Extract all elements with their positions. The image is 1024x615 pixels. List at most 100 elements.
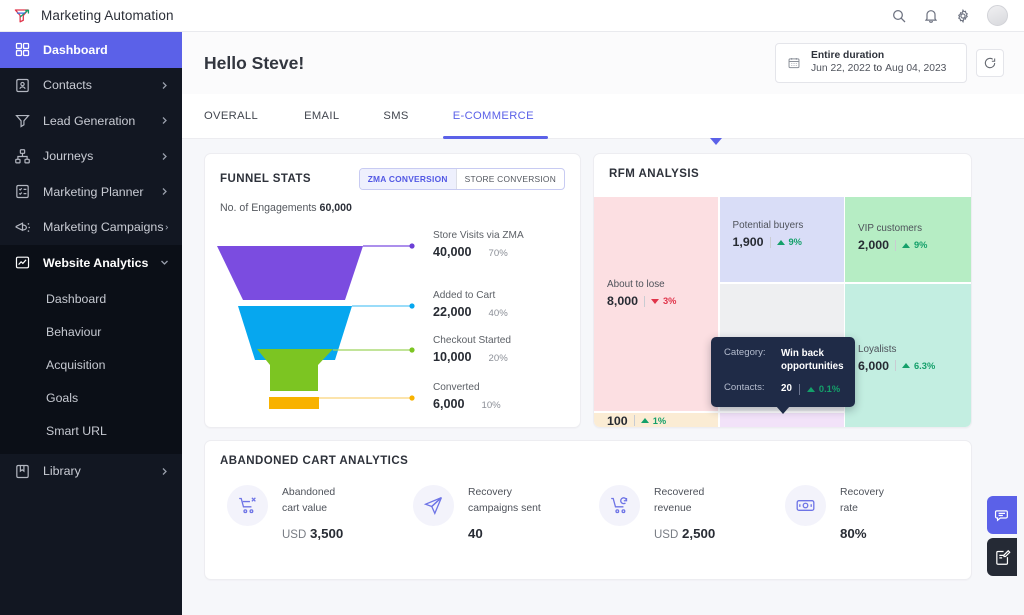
funnel-label-value: 40,000 xyxy=(433,245,472,259)
sidebar-item-dashboard[interactable]: Dashboard xyxy=(0,32,182,68)
megaphone-icon xyxy=(14,219,31,236)
metric-abandoned-cart-value: Abandoned cart value USD 3,500 xyxy=(227,485,413,541)
rfm-cell-at-risk[interactable]: At risk 100 1% xyxy=(594,413,718,429)
note-fab[interactable] xyxy=(987,538,1017,576)
rfm-cell-loyalists[interactable]: Loyalists 6,000 6.3% xyxy=(845,284,972,429)
funnel-chart: Store Visits via ZMA 40,000 70% Added to… xyxy=(205,214,580,414)
metric-value: USD 2,500 xyxy=(654,526,715,541)
tab-sms[interactable]: SMS xyxy=(361,94,430,139)
funnel-label-row: 22,000 40% xyxy=(433,305,508,319)
tab-e-commerce[interactable]: E-COMMERCE xyxy=(431,94,556,139)
divider xyxy=(644,296,645,307)
engagements-value: 60,000 xyxy=(320,202,352,214)
chat-fab[interactable] xyxy=(987,496,1017,534)
tab-bar: OVERALL EMAIL SMS E-COMMERCE xyxy=(182,94,1024,139)
funnel-label-percent: 40% xyxy=(489,308,508,319)
sidebar-subitem-goals[interactable]: Goals xyxy=(0,382,182,415)
triangle-up-icon xyxy=(902,243,910,248)
toggle-zma-conversion[interactable]: ZMA CONVERSION xyxy=(360,169,456,189)
funnel-label-1: Store Visits via ZMA 40,000 70% xyxy=(433,230,524,259)
avatar[interactable] xyxy=(987,5,1008,26)
sidebar-item-library[interactable]: Library xyxy=(0,454,182,490)
tab-overall[interactable]: OVERALL xyxy=(204,94,282,139)
metric-currency: USD xyxy=(654,529,678,541)
metric-name: Abandoned cart value xyxy=(282,485,343,516)
sidebar-item-lead-generation[interactable]: Lead Generation xyxy=(0,103,182,139)
sidebar-item-website-analytics[interactable]: Website Analytics xyxy=(0,245,182,281)
rfm-cell-delta: 9% xyxy=(777,237,802,247)
sidebar-subitem-acquisition[interactable]: Acquisition xyxy=(0,349,182,382)
rfm-cell-value: 8,000 xyxy=(607,294,638,308)
sidebar-item-marketing-planner[interactable]: Marketing Planner xyxy=(0,174,182,210)
rfm-analysis-card: RFM ANALYSIS About to lose 8,000 xyxy=(593,153,972,428)
rfm-cell-win-back-opportunities[interactable] xyxy=(720,413,844,429)
floating-action-buttons xyxy=(987,496,1017,580)
funnel-label-3: Checkout Started 10,000 20% xyxy=(433,335,511,364)
toggle-store-conversion[interactable]: STORE CONVERSION xyxy=(456,169,564,189)
sidebar-subitem-behaviour[interactable]: Behaviour xyxy=(0,316,182,349)
rfm-cell-potential-buyers[interactable]: Potential buyers 1,900 9% xyxy=(720,197,844,282)
brand[interactable]: Marketing Automation xyxy=(0,6,174,25)
metric-text: Recovered revenue USD 2,500 xyxy=(654,485,715,541)
sidebar-subitem-dashboard[interactable]: Dashboard xyxy=(0,283,182,316)
funnel-logo-icon xyxy=(13,6,32,25)
main-content: Hello Steve! Entire duration Jun 22, 202… xyxy=(182,32,1024,615)
rfm-cell-name: Loyalists xyxy=(858,344,935,355)
cart-metrics-row: Abandoned cart value USD 3,500 xyxy=(205,467,971,541)
conversion-toggle: ZMA CONVERSION STORE CONVERSION xyxy=(359,168,565,190)
tab-label: SMS xyxy=(383,110,408,122)
sidebar-item-journeys[interactable]: Journeys xyxy=(0,139,182,175)
funnel-stage-1[interactable] xyxy=(217,246,363,300)
rfm-cell-delta-value: 9% xyxy=(914,240,927,250)
funnel-stats-card: FUNNEL STATS ZMA CONVERSION STORE CONVER… xyxy=(204,153,581,428)
rfm-cell-value: 6,000 xyxy=(858,359,889,373)
metric-text: Recovery rate 80% xyxy=(840,485,884,541)
funnel-stage-4[interactable] xyxy=(269,397,319,409)
top-cards-row: FUNNEL STATS ZMA CONVERSION STORE CONVER… xyxy=(204,153,1002,428)
rfm-cell-about-to-lose[interactable]: About to lose 8,000 3% xyxy=(594,197,718,411)
sidebar-item-label: Library xyxy=(43,464,81,478)
rfm-cell-value: 1,900 xyxy=(733,235,764,249)
chevron-right-icon xyxy=(160,187,169,196)
divider xyxy=(895,360,896,371)
divider xyxy=(634,415,635,426)
metric-text: Recovery campaigns sent 40 xyxy=(468,485,541,541)
book-icon xyxy=(14,463,31,480)
metric-recovery-campaigns-sent: Recovery campaigns sent 40 xyxy=(413,485,599,541)
date-range-picker[interactable]: Entire duration Jun 22, 2022toAug 04, 20… xyxy=(775,43,967,84)
funnel-shapes xyxy=(215,224,425,409)
funnel-label-row: 6,000 10% xyxy=(433,397,501,411)
greeting-bar: Hello Steve! Entire duration Jun 22, 202… xyxy=(182,32,1024,94)
calendar-icon xyxy=(787,56,801,70)
search-icon[interactable] xyxy=(891,8,907,24)
metric-number: 2,500 xyxy=(682,526,715,541)
banknote-icon xyxy=(795,495,816,516)
chevron-down-icon xyxy=(160,258,169,267)
sidebar-item-contacts[interactable]: Contacts xyxy=(0,68,182,104)
funnel-label-2: Added to Cart 22,000 40% xyxy=(433,290,508,319)
funnel-stage-3[interactable] xyxy=(257,349,333,391)
refresh-button[interactable] xyxy=(976,49,1004,77)
sidebar-subitem-smart-url[interactable]: Smart URL xyxy=(0,415,182,448)
triangle-up-icon xyxy=(902,363,910,368)
chevron-right-icon xyxy=(160,467,169,476)
date-range-to-label: to xyxy=(871,63,886,74)
funnel-label-name: Added to Cart xyxy=(433,290,508,301)
top-bar-actions xyxy=(891,5,1024,26)
sidebar-item-marketing-campaigns[interactable]: Marketing Campaigns xyxy=(0,210,182,246)
gear-icon[interactable] xyxy=(955,8,971,24)
tab-email[interactable]: EMAIL xyxy=(282,94,361,139)
metric-number: 40 xyxy=(468,526,483,541)
rfm-cell-content: Potential buyers 1,900 9% xyxy=(733,220,804,249)
rfm-cell-content: VIP customers 2,000 9% xyxy=(858,223,927,252)
sidebar-subitem-label: Goals xyxy=(46,391,78,405)
toggle-label: STORE CONVERSION xyxy=(465,174,556,184)
bell-icon[interactable] xyxy=(923,8,939,24)
metric-recovered-revenue: Recovered revenue USD 2,500 xyxy=(599,485,785,541)
rfm-cell-delta: 6.3% xyxy=(902,361,935,371)
triangle-up-icon xyxy=(641,418,649,423)
rfm-cell-vip-customers[interactable]: VIP customers 2,000 9% xyxy=(845,197,972,282)
cart-card-header: ABANDONED CART ANALYTICS xyxy=(205,441,971,467)
refresh-icon xyxy=(983,56,997,70)
date-range-values: Jun 22, 2022toAug 04, 2023 xyxy=(811,62,946,77)
